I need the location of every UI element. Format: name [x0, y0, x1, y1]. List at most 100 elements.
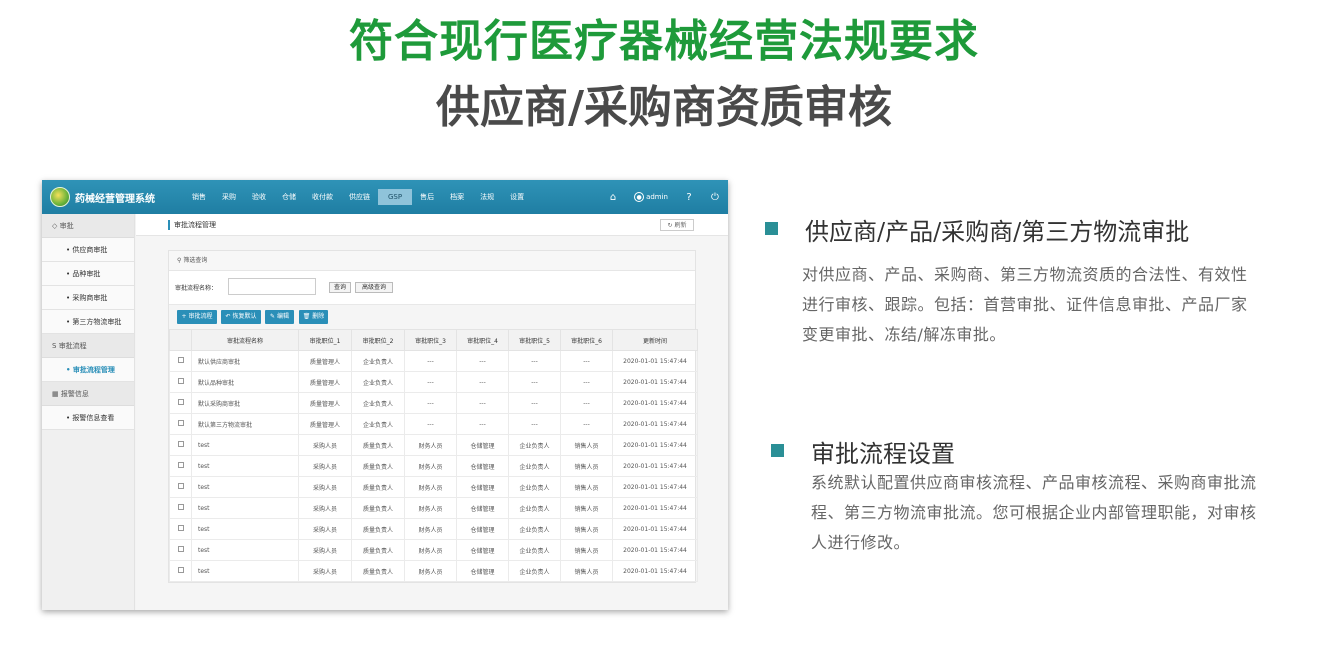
row-checkbox[interactable] — [169, 455, 192, 477]
sidebar-group-flow[interactable]: S 审批流程 — [42, 334, 134, 358]
checkbox-icon[interactable] — [177, 504, 184, 510]
refresh-button[interactable]: ↻ 刷新 — [660, 219, 694, 231]
sidebar-item-flow-manage[interactable]: • 审批流程管理 — [42, 358, 134, 382]
row-checkbox[interactable] — [169, 434, 192, 456]
nav-item-after-sales[interactable]: 售后 — [412, 180, 442, 214]
table-cell: 财务人员 — [404, 539, 457, 561]
row-checkbox[interactable] — [169, 476, 192, 498]
table-cell: --- — [508, 413, 561, 435]
table-cell: 质量负责人 — [351, 560, 405, 582]
table-cell: 采购人员 — [298, 560, 352, 582]
sidebar-item-logistics-audit[interactable]: • 第三方物流审批 — [42, 310, 134, 334]
table-header: 审批职位_1 — [298, 329, 352, 351]
help-icon[interactable]: ? — [676, 192, 702, 203]
sidebar-item-purchaser-audit[interactable]: • 采购商审批 — [42, 286, 134, 310]
checkbox-icon[interactable] — [177, 525, 184, 531]
nav-item-sales[interactable]: 销售 — [184, 180, 214, 214]
table-cell: 质量负责人 — [351, 539, 405, 561]
table-cell: --- — [560, 350, 613, 372]
row-checkbox[interactable] — [169, 392, 192, 414]
flow-panel: ⚲ 筛选查询 审批流程名称： 查询 高级查询 + 审批流程 ↶ 恢复默认 ✎ 编… — [168, 250, 698, 583]
table-row[interactable]: 默认采购商审批 质量管理人 企业负责人 --- --- --- --- 2020-01-01 … — [169, 392, 698, 414]
hero-title: 符合现行医疗器械经营法规要求 — [349, 16, 979, 67]
nav-item-archives[interactable]: 档案 — [442, 180, 472, 214]
table-row[interactable]: 默认供应商审批 质量管理人 企业负责人 --- --- --- --- 2020-01-01 … — [169, 350, 698, 372]
nav-item-storage[interactable]: 仓储 — [274, 180, 304, 214]
table-row[interactable]: test 采购人员 质量负责人 财务人员 仓储管理 企业负责人 销售人员 2020-01-01… — [169, 434, 698, 456]
sidebar-item-product-audit[interactable]: • 品种审批 — [42, 262, 134, 286]
table-cell: --- — [560, 392, 613, 414]
table-cell: 质量负责人 — [351, 476, 405, 498]
checkbox-icon[interactable] — [177, 378, 184, 384]
nav-item-regulations[interactable]: 法规 — [472, 180, 502, 214]
nav-item-purchase[interactable]: 采购 — [214, 180, 244, 214]
feature-title-1: 供应商/产品/采购商/第三方物流审批 — [805, 218, 1190, 246]
row-checkbox[interactable] — [169, 518, 192, 540]
table-cell: 财务人员 — [404, 455, 457, 477]
table-cell: 销售人员 — [560, 476, 613, 498]
reset-default-button[interactable]: ↶ 恢复默认 — [221, 310, 261, 324]
table-cell: 2020-01-01 15:47:44 — [612, 371, 698, 393]
table-header: 审批职位_6 — [560, 329, 613, 351]
row-checkbox[interactable] — [169, 350, 192, 372]
table-row[interactable]: test 采购人员 质量负责人 财务人员 仓储管理 企业负责人 销售人员 2020-01-01… — [169, 455, 698, 477]
table-row[interactable]: test 采购人员 质量负责人 财务人员 仓储管理 企业负责人 销售人员 2020-01-01… — [169, 539, 698, 561]
checkbox-icon[interactable] — [177, 483, 184, 489]
table-cell: 默认第三方物流审批 — [191, 413, 299, 435]
table-header: 审批流程名称 — [191, 329, 299, 351]
nav-item-supply-chain[interactable]: 供应链 — [341, 180, 378, 214]
query-button[interactable]: 查询 — [329, 282, 351, 293]
sidebar-group-alarm[interactable]: ▦ 报警信息 — [42, 382, 134, 406]
row-checkbox[interactable] — [169, 539, 192, 561]
search-row: 审批流程名称： 查询 高级查询 — [169, 271, 695, 305]
table-cell: --- — [404, 392, 457, 414]
add-flow-button[interactable]: + 审批流程 — [177, 310, 217, 324]
table-cell: 2020-01-01 15:47:44 — [612, 392, 698, 414]
row-checkbox[interactable] — [169, 413, 192, 435]
checkbox-icon[interactable] — [177, 441, 184, 447]
table-row[interactable]: 默认品种审批 质量管理人 企业负责人 --- --- --- --- 2020-01-01 1… — [169, 371, 698, 393]
table-cell: 仓储管理 — [456, 434, 509, 456]
checkbox-icon[interactable] — [177, 462, 184, 468]
table-cell: 采购人员 — [298, 539, 352, 561]
table-cell: 仓储管理 — [456, 476, 509, 498]
row-checkbox[interactable] — [169, 371, 192, 393]
flow-name-input[interactable] — [228, 278, 316, 295]
power-icon[interactable]: ⏻ — [702, 192, 728, 203]
table-cell: 2020-01-01 15:47:44 — [612, 497, 698, 519]
row-checkbox[interactable] — [169, 497, 192, 519]
sidebar-group-audit[interactable]: ◇ 审批 — [42, 214, 134, 238]
table-cell: 销售人员 — [560, 539, 613, 561]
table-header: 审批职位_2 — [351, 329, 405, 351]
sidebar-item-supplier-audit[interactable]: • 供应商审批 — [42, 238, 134, 262]
flow-table: 审批流程名称 审批职位_1 审批职位_2 审批职位_3 审批职位_4 审批职位_… — [169, 329, 698, 582]
checkbox-icon[interactable] — [177, 567, 184, 573]
nav-item-gsp[interactable]: GSP — [378, 189, 413, 205]
sidebar-item-alarm-view[interactable]: • 报警信息查看 — [42, 406, 134, 430]
nav-item-payments[interactable]: 收付款 — [304, 180, 341, 214]
table-cell: 企业负责人 — [508, 518, 561, 540]
checkbox-icon[interactable] — [177, 546, 184, 552]
nav-item-inspection[interactable]: 验收 — [244, 180, 274, 214]
row-checkbox[interactable] — [169, 560, 192, 582]
advanced-query-button[interactable]: 高级查询 — [355, 282, 393, 293]
user-menu[interactable]: ● admin — [626, 192, 676, 202]
table-cell: 仓储管理 — [456, 539, 509, 561]
nav-item-settings[interactable]: 设置 — [502, 180, 532, 214]
delete-button[interactable]: 🗑 删除 — [299, 310, 328, 324]
table-row[interactable]: test 采购人员 质量负责人 财务人员 仓储管理 企业负责人 销售人员 2020-01-01… — [169, 560, 698, 582]
table-cell: test — [191, 476, 299, 498]
table-cell: --- — [404, 371, 457, 393]
edit-button[interactable]: ✎ 编辑 — [265, 310, 294, 324]
table-cell: test — [191, 455, 299, 477]
checkbox-icon[interactable] — [177, 399, 184, 405]
table-header: 审批职位_5 — [508, 329, 561, 351]
home-icon[interactable]: ⌂ — [600, 192, 626, 203]
checkbox-icon[interactable] — [177, 357, 184, 363]
table-row[interactable]: 默认第三方物流审批 质量管理人 企业负责人 --- --- --- --- 2020-01-0… — [169, 413, 698, 435]
feature-bullet-2 — [771, 444, 784, 457]
table-row[interactable]: test 采购人员 质量负责人 财务人员 仓储管理 企业负责人 销售人员 2020-01-01… — [169, 518, 698, 540]
table-row[interactable]: test 采购人员 质量负责人 财务人员 仓储管理 企业负责人 销售人员 2020-01-01… — [169, 497, 698, 519]
checkbox-icon[interactable] — [177, 420, 184, 426]
table-row[interactable]: test 采购人员 质量负责人 财务人员 仓储管理 企业负责人 销售人员 2020-01-01… — [169, 476, 698, 498]
